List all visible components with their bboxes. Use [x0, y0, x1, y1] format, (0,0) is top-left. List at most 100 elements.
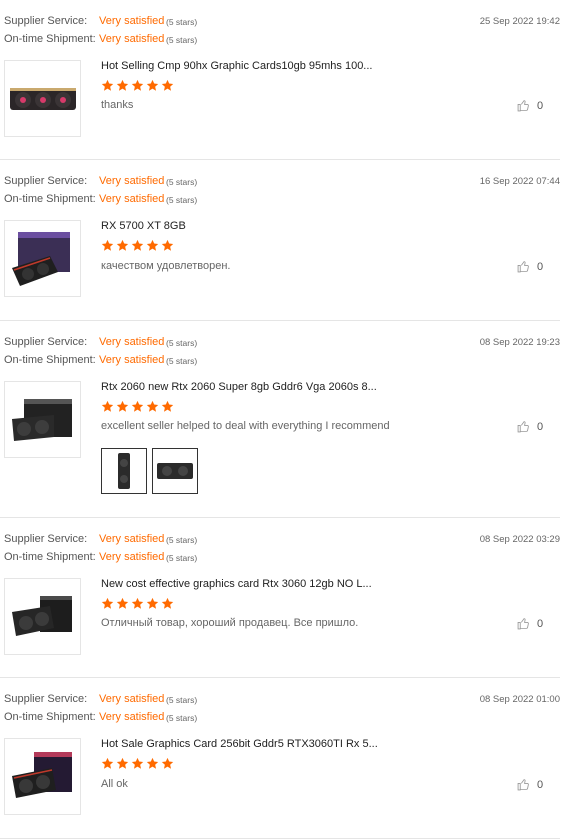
- graphics-card-box-icon: [11, 231, 70, 286]
- star-rating: [101, 239, 174, 252]
- supplier-service-rating: Very satisfied: [99, 533, 165, 545]
- star-icon: [131, 757, 144, 769]
- review-item: Supplier Service: Very satisfied (5 star…: [0, 678, 560, 839]
- like-count: 0: [537, 420, 544, 433]
- on-time-shipment-label: On-time Shipment:: [4, 33, 96, 45]
- product-title-link[interactable]: New cost effective graphics card Rtx 306…: [101, 578, 372, 590]
- supplier-service-stars: (5 stars): [166, 338, 198, 348]
- star-icon: [131, 400, 144, 412]
- on-time-shipment-stars: (5 stars): [166, 35, 198, 45]
- graphics-card-box-icon: [11, 751, 72, 798]
- supplier-service-label: Supplier Service:: [4, 533, 88, 545]
- star-icon: [161, 239, 174, 251]
- helpful-button[interactable]: 0: [517, 778, 543, 791]
- review-item: Supplier Service: Very satisfied (5 star…: [0, 518, 560, 678]
- supplier-service-rating: Very satisfied: [99, 336, 165, 348]
- like-count: 0: [537, 260, 544, 273]
- product-thumbnail[interactable]: [4, 738, 81, 815]
- like-count: 0: [537, 778, 544, 791]
- star-icon: [116, 400, 129, 412]
- product-title-link[interactable]: Hot Sale Graphics Card 256bit Gddr5 RTX3…: [101, 738, 378, 750]
- star-icon: [101, 757, 114, 769]
- thumbs-up-icon: [517, 779, 529, 791]
- product-thumbnail[interactable]: [4, 381, 81, 458]
- star-icon: [146, 597, 159, 609]
- product-thumbnail[interactable]: [4, 60, 81, 137]
- star-rating: [101, 400, 174, 413]
- supplier-service-rating: Very satisfied: [99, 15, 165, 27]
- graphics-card-triple-fan-icon: [9, 87, 76, 110]
- graphics-card-box-icon: [11, 595, 72, 636]
- helpful-button[interactable]: 0: [517, 99, 543, 112]
- supplier-service-rating: Very satisfied: [99, 175, 165, 187]
- thumbs-up-icon: [517, 618, 529, 630]
- like-count: 0: [537, 99, 544, 112]
- star-icon: [131, 597, 144, 609]
- supplier-service-label: Supplier Service:: [4, 15, 88, 27]
- star-icon: [146, 757, 159, 769]
- on-time-shipment-label: On-time Shipment:: [4, 354, 96, 366]
- card-photo-icon: [157, 463, 193, 479]
- on-time-shipment-stars: (5 stars): [166, 713, 198, 723]
- supplier-service-label: Supplier Service:: [4, 693, 88, 705]
- review-comment: Отличный товар, хороший продавец. Все пр…: [101, 617, 359, 629]
- review-comment: качеством удовлетворен.: [101, 260, 231, 272]
- supplier-service-stars: (5 stars): [166, 177, 198, 187]
- product-thumbnail[interactable]: [4, 578, 81, 655]
- helpful-button[interactable]: 0: [517, 617, 543, 630]
- star-rating: [101, 597, 174, 610]
- on-time-shipment-stars: (5 stars): [166, 195, 198, 205]
- on-time-shipment-stars: (5 stars): [166, 356, 198, 366]
- review-item: Supplier Service: Very satisfied (5 star…: [0, 160, 560, 321]
- star-icon: [146, 400, 159, 412]
- supplier-service-rating: Very satisfied: [99, 693, 165, 705]
- star-icon: [161, 597, 174, 609]
- supplier-service-stars: (5 stars): [166, 17, 198, 27]
- star-rating: [101, 79, 174, 92]
- product-thumbnail[interactable]: [4, 220, 81, 297]
- star-icon: [161, 400, 174, 412]
- star-icon: [131, 239, 144, 251]
- on-time-shipment-rating: Very satisfied: [99, 33, 165, 45]
- thumbs-up-icon: [517, 100, 529, 112]
- review-item: Supplier Service: Very satisfied (5 star…: [0, 321, 560, 518]
- review-date: 16 Sep 2022 07:44: [479, 176, 560, 187]
- helpful-button[interactable]: 0: [517, 420, 543, 433]
- on-time-shipment-label: On-time Shipment:: [4, 551, 96, 563]
- star-icon: [146, 79, 159, 91]
- on-time-shipment-rating: Very satisfied: [99, 551, 165, 563]
- supplier-service-label: Supplier Service:: [4, 336, 88, 348]
- thumbs-up-icon: [517, 261, 529, 273]
- star-icon: [116, 597, 129, 609]
- review-item: Supplier Service: Very satisfied (5 star…: [0, 0, 560, 160]
- review-date: 08 Sep 2022 03:29: [479, 534, 560, 545]
- review-date: 08 Sep 2022 19:23: [479, 337, 560, 348]
- review-comment: thanks: [101, 99, 134, 111]
- on-time-shipment-label: On-time Shipment:: [4, 193, 96, 205]
- like-count: 0: [537, 617, 544, 630]
- product-title-link[interactable]: RX 5700 XT 8GB: [101, 220, 186, 232]
- star-rating: [101, 757, 174, 770]
- review-date: 25 Sep 2022 19:42: [479, 16, 560, 27]
- on-time-shipment-rating: Very satisfied: [99, 354, 165, 366]
- on-time-shipment-label: On-time Shipment:: [4, 711, 96, 723]
- thumbs-up-icon: [517, 421, 529, 433]
- review-comment: All ok: [101, 778, 128, 790]
- product-title-link[interactable]: Hot Selling Cmp 90hx Graphic Cards10gb 9…: [101, 60, 372, 72]
- supplier-service-stars: (5 stars): [166, 535, 198, 545]
- review-photo[interactable]: [101, 448, 147, 494]
- product-title-link[interactable]: Rtx 2060 new Rtx 2060 Super 8gb Gddr6 Vg…: [101, 381, 377, 393]
- star-icon: [146, 239, 159, 251]
- star-icon: [116, 239, 129, 251]
- star-icon: [161, 757, 174, 769]
- card-photo-icon: [118, 453, 130, 489]
- star-icon: [101, 79, 114, 91]
- on-time-shipment-rating: Very satisfied: [99, 193, 165, 205]
- star-icon: [101, 239, 114, 251]
- review-photo[interactable]: [152, 448, 198, 494]
- on-time-shipment-stars: (5 stars): [166, 553, 198, 563]
- review-comment: excellent seller helped to deal with eve…: [101, 420, 390, 432]
- star-icon: [116, 757, 129, 769]
- helpful-button[interactable]: 0: [517, 260, 543, 273]
- star-icon: [101, 597, 114, 609]
